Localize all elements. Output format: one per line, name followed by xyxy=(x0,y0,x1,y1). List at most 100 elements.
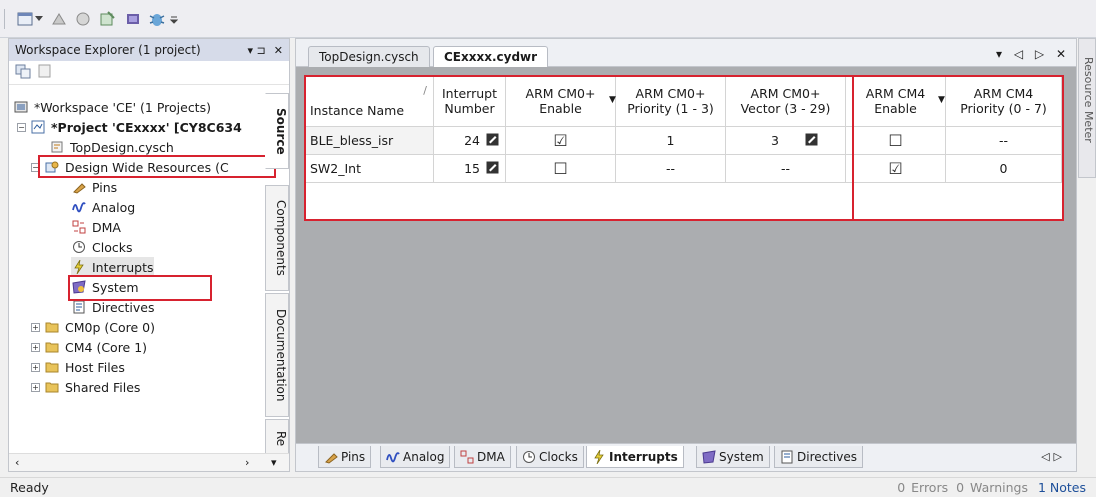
tab-cydwr[interactable]: CExxxx.cydwr xyxy=(433,46,549,67)
tab-components[interactable]: Components xyxy=(265,185,289,291)
tab-clocks[interactable]: Clocks xyxy=(516,446,584,468)
tree-item-interrupts[interactable]: Interrupts xyxy=(71,257,154,277)
column-header-cm0-priority[interactable]: ARM CM0+ Priority (1 - 3) xyxy=(616,75,726,127)
clock-icon xyxy=(523,450,535,463)
edit-value-icon[interactable] xyxy=(486,161,499,177)
tree-item-workspace[interactable]: *Workspace 'CE' (1 Projects) xyxy=(13,97,211,117)
tree-item-topdesign[interactable]: TopDesign.cysch xyxy=(49,137,174,157)
column-header-cm4-enable[interactable]: ARM CM4 Enable xyxy=(846,75,946,127)
resource-meter-tab[interactable]: Resource Meter xyxy=(1078,38,1096,178)
filter-dropdown-icon[interactable]: ▼ xyxy=(938,95,945,105)
clock-icon xyxy=(71,239,87,255)
interrupt-number-cell[interactable]: 24 xyxy=(434,127,506,155)
pins-icon xyxy=(325,452,338,464)
cm0-priority-cell[interactable]: 1 xyxy=(616,127,726,155)
column-header-instance-name[interactable]: Instance Name / xyxy=(304,75,434,127)
edit-value-icon[interactable] xyxy=(805,133,818,149)
tab-documentation[interactable]: Documentation xyxy=(265,293,289,417)
cm0-enable-checkbox[interactable]: ☑ xyxy=(506,127,616,155)
chip-icon[interactable] xyxy=(122,8,144,30)
tree-item-label: Design Wide Resources (C xyxy=(65,159,229,175)
tab-analog[interactable]: Analog xyxy=(380,446,451,468)
expand-toggle-icon[interactable]: + xyxy=(31,322,40,332)
tree-item-design-wide-resources[interactable]: − Design Wide Resources (C xyxy=(31,157,229,177)
tree-item-label: Shared Files xyxy=(65,379,141,395)
clean-icon[interactable] xyxy=(72,8,94,30)
tab-system[interactable]: System xyxy=(696,446,770,468)
folder-icon xyxy=(44,319,60,335)
tab-interrupts[interactable]: Interrupts xyxy=(586,446,684,468)
filter-dropdown-icon[interactable]: ▼ xyxy=(609,95,616,105)
cm4-priority-cell[interactable]: 0 xyxy=(946,155,1062,183)
scroll-right-icon[interactable]: › xyxy=(245,456,249,469)
cm0-priority-cell[interactable]: -- xyxy=(616,155,726,183)
cm0-vector-cell[interactable]: 3 xyxy=(726,127,846,155)
collapse-toggle-icon[interactable]: − xyxy=(17,122,26,132)
notes-count[interactable]: 1 Notes xyxy=(1038,480,1086,495)
errors-count[interactable]: 0 Errors xyxy=(897,480,948,495)
tab-source[interactable]: Source xyxy=(265,93,289,169)
collapse-toggle-icon[interactable]: − xyxy=(31,162,40,172)
tab-topdesign[interactable]: TopDesign.cysch xyxy=(308,46,430,67)
horizontal-scrollbar[interactable]: ‹ › ▾ xyxy=(9,453,289,471)
tree-item-system[interactable]: System xyxy=(71,277,139,297)
program-icon[interactable] xyxy=(96,8,118,30)
cm4-priority-cell[interactable]: -- xyxy=(946,127,1062,155)
build-icon[interactable] xyxy=(48,8,70,30)
cm4-enable-checkbox[interactable]: ☑ xyxy=(846,155,946,183)
tab-pins[interactable]: Pins xyxy=(318,446,372,468)
tree-item-label: System xyxy=(92,279,139,295)
tree-item-analog[interactable]: Analog xyxy=(71,197,135,217)
tab-scroll-arrows-icon[interactable]: ◁▷ xyxy=(1041,450,1066,463)
expand-toggle-icon[interactable]: + xyxy=(31,382,40,392)
close-icon[interactable]: ✕ xyxy=(274,44,283,57)
scroll-down-icon[interactable]: ▾ xyxy=(271,456,277,469)
pin-icon[interactable]: ▾ ⊐ xyxy=(248,44,266,57)
overflow-icon[interactable] xyxy=(168,8,180,30)
debug-bug-icon[interactable] xyxy=(146,8,168,30)
table-row[interactable]: BLE_bless_isr xyxy=(304,127,434,155)
system-icon xyxy=(71,279,87,295)
bottom-tabs: Pins Analog DMA Clocks Interrupts System… xyxy=(296,443,1076,471)
editor-panel: TopDesign.cysch CExxxx.cydwr ▾ ◁ ▷ ✕ Ins… xyxy=(295,38,1077,472)
collapse-all-icon[interactable] xyxy=(15,63,31,82)
tree-item-project[interactable]: − *Project 'CExxxx' [CY8C634 xyxy=(17,117,242,137)
expand-toggle-icon[interactable]: + xyxy=(31,362,40,372)
warnings-count[interactable]: 0 Warnings xyxy=(956,480,1028,495)
tree-item-clocks[interactable]: Clocks xyxy=(71,237,132,257)
column-header-interrupt-number[interactable]: Interrupt Number xyxy=(434,75,506,127)
edit-value-icon[interactable] xyxy=(486,133,499,149)
tab-directives[interactable]: Directives xyxy=(774,446,863,468)
workspace-explorer-title: Workspace Explorer (1 project) xyxy=(15,43,201,57)
tree-item-host-files[interactable]: + Host Files xyxy=(31,357,125,377)
column-header-cm0-enable[interactable]: ARM CM0+ Enable xyxy=(506,75,616,127)
tab-dma[interactable]: DMA xyxy=(454,446,511,468)
expand-toggle-icon[interactable]: + xyxy=(31,342,40,352)
show-all-files-icon[interactable] xyxy=(37,63,53,82)
tree-item-shared-files[interactable]: + Shared Files xyxy=(31,377,140,397)
interrupt-icon xyxy=(71,259,87,275)
tree-item-label: Interrupts xyxy=(92,259,154,275)
dropdown-arrow-icon[interactable] xyxy=(34,8,44,30)
column-header-cm4-priority[interactable]: ARM CM4 Priority (0 - 7) xyxy=(946,75,1062,127)
workspace-toolbar xyxy=(9,61,289,85)
tree-item-pins[interactable]: Pins xyxy=(71,177,117,197)
interrupt-number-cell[interactable]: 15 xyxy=(434,155,506,183)
column-header-cm0-vector[interactable]: ARM CM0+ Vector (3 - 29) xyxy=(726,75,846,127)
cm0-vector-cell[interactable]: -- xyxy=(726,155,846,183)
tree-item-cm0p[interactable]: + CM0p (Core 0) xyxy=(31,317,155,337)
toolbar xyxy=(0,0,1096,38)
cm0-enable-checkbox[interactable]: ☐ xyxy=(506,155,616,183)
system-icon xyxy=(702,449,716,464)
table-row[interactable]: SW2_Int xyxy=(304,155,434,183)
scroll-left-icon[interactable]: ‹ xyxy=(15,456,19,469)
cm4-enable-checkbox[interactable]: ☐ xyxy=(846,127,946,155)
tree-item-label: *Project 'CExxxx' [CY8C634 xyxy=(51,119,242,135)
tree-item-label: CM0p (Core 0) xyxy=(65,319,155,335)
tree-item-directives[interactable]: Directives xyxy=(71,297,155,317)
tree-item-label: CM4 (Core 1) xyxy=(65,339,148,355)
new-workspace-icon[interactable] xyxy=(14,8,36,30)
tab-controls[interactable]: ▾ ◁ ▷ ✕ xyxy=(996,47,1070,61)
tree-item-cm4[interactable]: + CM4 (Core 1) xyxy=(31,337,147,357)
tree-item-dma[interactable]: DMA xyxy=(71,217,121,237)
